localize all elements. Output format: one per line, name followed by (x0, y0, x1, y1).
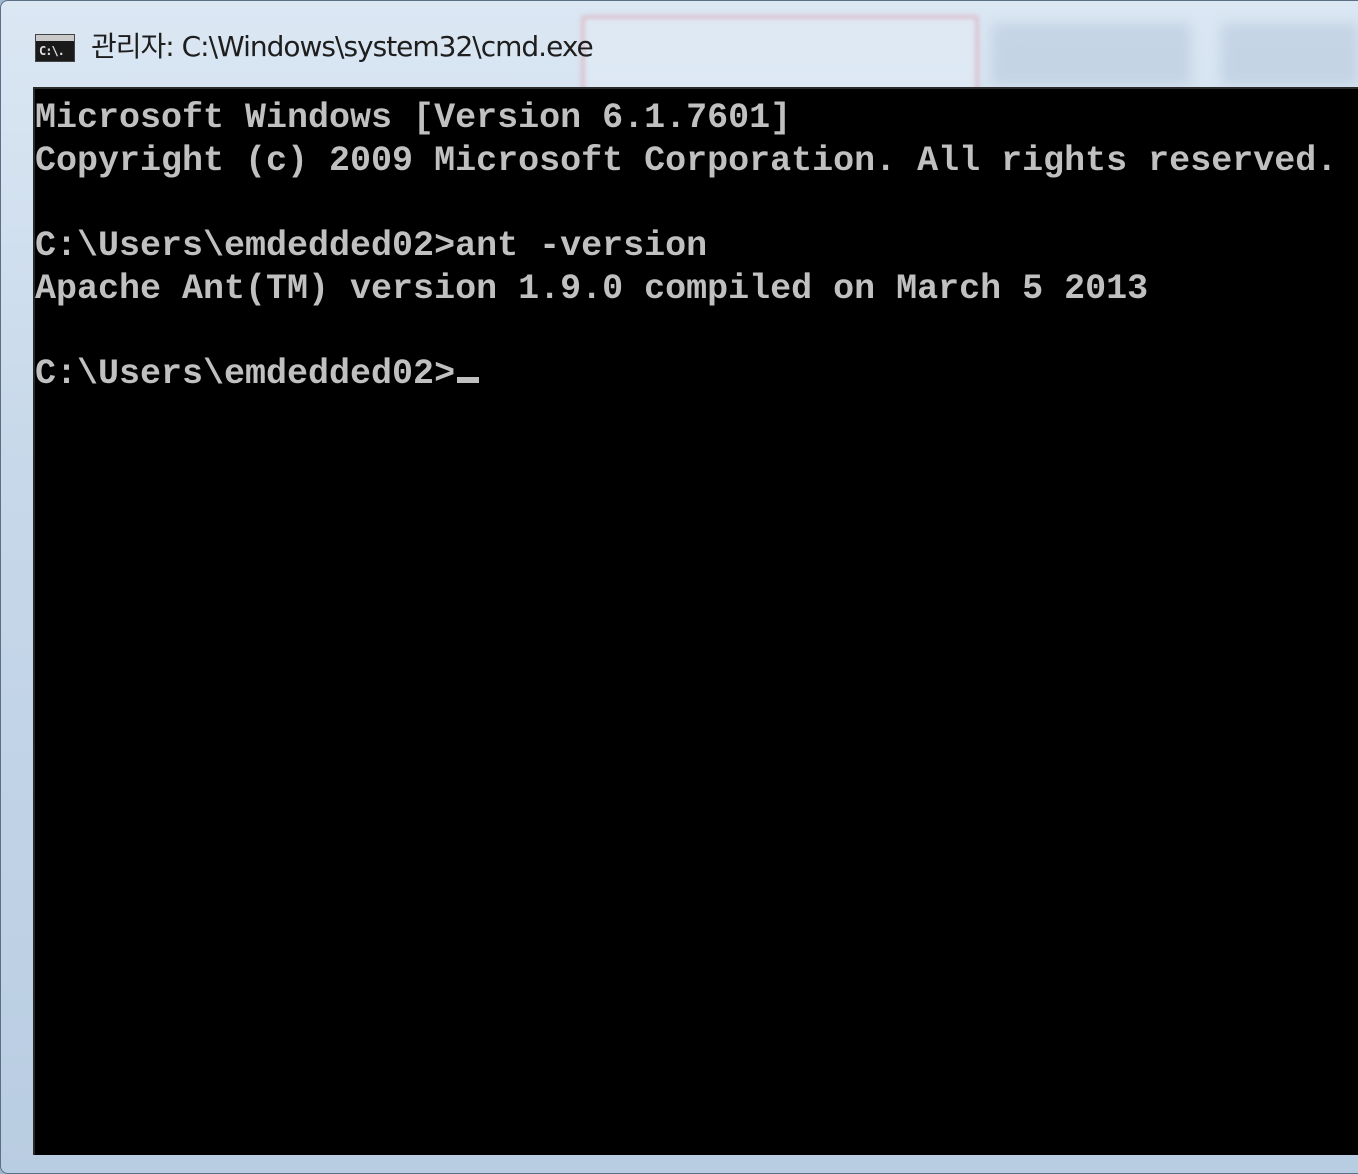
text-cursor (457, 377, 480, 383)
cmd-icon-text: C:\. (39, 44, 65, 58)
background-window-ghost (991, 23, 1191, 85)
taskbar-glow (581, 15, 979, 95)
background-window-ghost (1221, 23, 1358, 85)
cmd-window: C:\. 관리자: C:\Windows\system32\cmd.exe Mi… (0, 0, 1358, 1174)
console-line: Microsoft Windows [Version 6.1.7601] (35, 98, 792, 138)
title-bar[interactable]: C:\. 관리자: C:\Windows\system32\cmd.exe (1, 1, 1358, 95)
console-output[interactable]: Microsoft Windows [Version 6.1.7601] Cop… (33, 87, 1358, 1155)
cmd-icon-bar (36, 35, 74, 41)
console-line: Copyright (c) 2009 Microsoft Corporation… (35, 141, 1338, 181)
console-prompt: C:\Users\emdedded02> (35, 354, 456, 394)
console-line: C:\Users\emdedded02>ant -version (35, 226, 708, 266)
window-bottom-frame (1, 1155, 1358, 1173)
console-line: Apache Ant(TM) version 1.9.0 compiled on… (35, 269, 1149, 309)
console-prompt-line[interactable]: C:\Users\emdedded02> (35, 353, 480, 395)
cmd-icon[interactable]: C:\. (35, 34, 75, 62)
window-title: 관리자: C:\Windows\system32\cmd.exe (91, 30, 594, 63)
